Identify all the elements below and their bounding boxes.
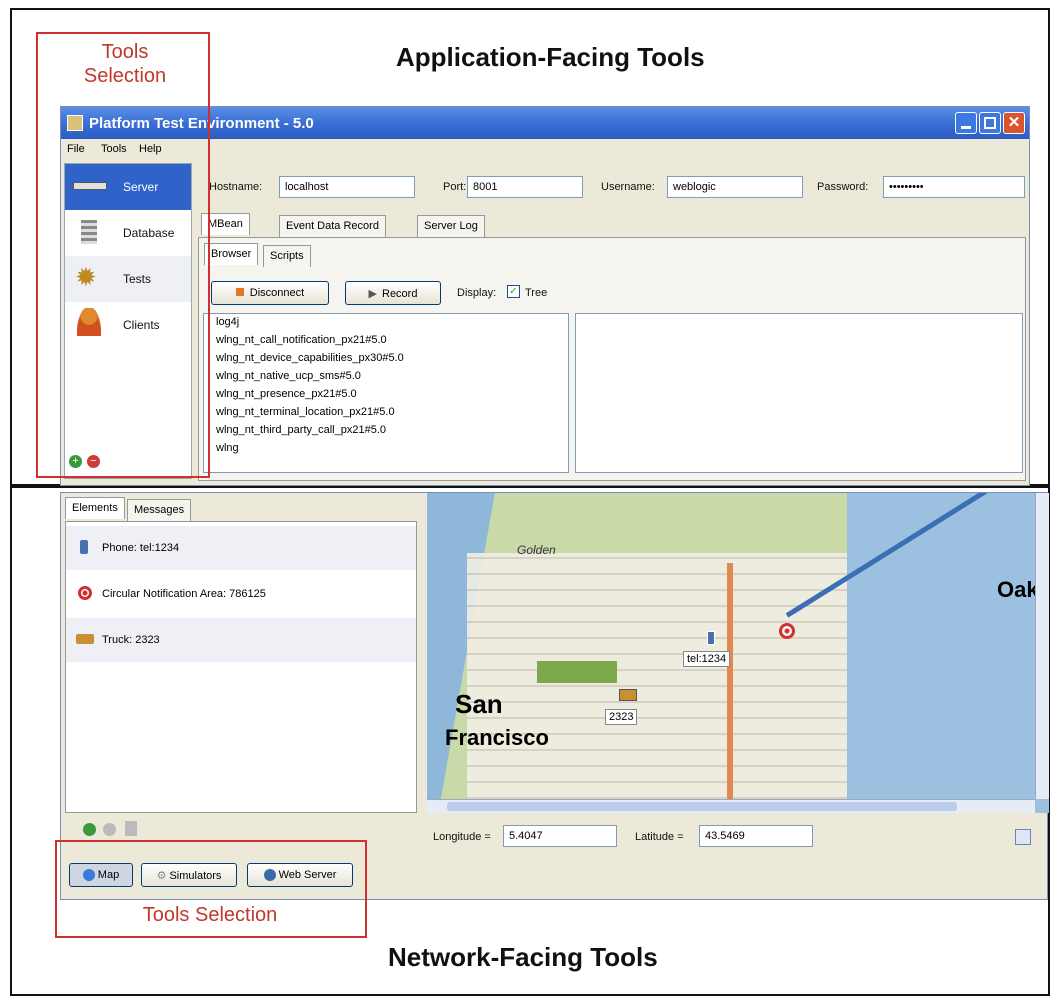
username-field[interactable]: weblogic: [667, 176, 803, 198]
mbean-tab-label: MBean: [208, 218, 243, 230]
messages-tab-label: Messages: [134, 504, 185, 516]
record-label: Record: [382, 288, 418, 300]
scripts-subtab-label: Scripts: [270, 250, 304, 262]
truck-icon: [76, 634, 94, 644]
phone-marker-label: tel:1234: [683, 651, 731, 667]
longitude-field[interactable]: 5.4047: [503, 825, 617, 847]
username-label: Username:: [601, 181, 655, 193]
password-label: Password:: [817, 181, 869, 193]
server-log-tab-label: Server Log: [424, 220, 478, 232]
tools-selection-box-top: [36, 32, 210, 478]
tree-item[interactable]: wlng_nt_native_ucp_sms#5.0: [204, 370, 568, 388]
map-label-francisco: Francisco: [445, 725, 549, 750]
mbean-tree: log4j wlng_nt_call_notification_px21#5.0…: [203, 313, 569, 473]
tab-server-log[interactable]: Server Log: [417, 215, 485, 237]
browser-subtab-label: Browser: [211, 248, 252, 260]
tools-selection-label-top: Tools Selection: [83, 41, 167, 87]
tree-item[interactable]: wlng_nt_call_notification_px21#5.0: [204, 334, 568, 352]
map-settings-icon[interactable]: [1015, 829, 1031, 845]
record-button[interactable]: ▶ Record: [345, 281, 441, 305]
list-item[interactable]: Truck: 2323: [66, 618, 416, 662]
subtab-browser[interactable]: Browser: [204, 243, 259, 265]
network-window: Elements Messages Phone: tel:1234 Circul…: [60, 492, 1049, 900]
tree-item[interactable]: wlng_nt_presence_px21#5.0: [204, 388, 568, 406]
phone-marker[interactable]: [707, 631, 715, 645]
tree-item[interactable]: log4j: [204, 316, 568, 334]
tree-item[interactable]: wlng_nt_third_party_call_px21#5.0: [204, 424, 568, 442]
tree-label: Tree: [525, 287, 548, 299]
map-label-golden: Golden: [517, 543, 556, 557]
city-grid: [467, 553, 847, 813]
map-horizontal-scrollbar[interactable]: [427, 799, 1035, 813]
list-item[interactable]: Circular Notification Area: 786125: [66, 570, 416, 618]
hostname-label: Hostname:: [209, 181, 263, 193]
longitude-label: Longitude =: [433, 831, 491, 843]
element-record-icon[interactable]: [103, 823, 116, 836]
subtab-scripts[interactable]: Scripts: [263, 245, 311, 267]
park-area: [537, 661, 617, 683]
mbean-detail-pane: [575, 313, 1023, 473]
add-element-icon[interactable]: [83, 823, 96, 836]
minimize-button[interactable]: [955, 112, 977, 134]
target-icon: [78, 586, 92, 600]
network-facing-heading: Network-Facing Tools: [388, 942, 658, 972]
bay-east-water: [847, 493, 1049, 813]
close-button[interactable]: ✕: [1003, 112, 1025, 134]
tree-checkbox[interactable]: ✓: [507, 285, 520, 298]
tab-event-data-record[interactable]: Event Data Record: [279, 215, 386, 237]
stop-icon: [235, 288, 244, 296]
truck-marker-label: 2323: [605, 709, 638, 725]
event-tab-label: Event Data Record: [286, 220, 379, 232]
elements-tab-label: Elements: [72, 502, 118, 514]
map-vertical-scrollbar[interactable]: [1035, 493, 1049, 799]
disconnect-button[interactable]: Disconnect: [211, 281, 329, 305]
map-label-san: San: [455, 689, 503, 719]
list-item[interactable]: Phone: tel:1234: [66, 526, 416, 570]
port-label: Port:: [443, 181, 467, 193]
tree-item[interactable]: wlng: [204, 442, 568, 460]
map-view[interactable]: San Francisco Oak Golden tel:1234 2323: [427, 493, 1049, 813]
application-facing-heading: Application-Facing Tools: [396, 42, 705, 72]
tab-elements[interactable]: Elements: [65, 497, 125, 519]
tab-messages[interactable]: Messages: [127, 499, 192, 521]
port-field[interactable]: 8001: [467, 176, 583, 198]
tree-item[interactable]: wlng_nt_terminal_location_px21#5.0: [204, 406, 568, 424]
display-label: Display:: [457, 287, 497, 299]
highway-line: [727, 563, 733, 813]
play-icon: ▶: [368, 288, 377, 300]
map-label-oak: Oak: [997, 577, 1039, 602]
delete-element-icon[interactable]: [125, 821, 137, 836]
password-field[interactable]: •••••••••: [883, 176, 1025, 198]
latitude-label: Latitude =: [635, 831, 684, 843]
notification-target-icon[interactable]: [779, 623, 795, 639]
phone-icon: [80, 540, 88, 554]
hostname-field[interactable]: localhost: [279, 176, 415, 198]
latitude-field[interactable]: 43.5469: [699, 825, 813, 847]
tools-selection-label-bottom: Tools Selection: [142, 904, 278, 926]
truck-marker[interactable]: [619, 689, 637, 701]
disconnect-label: Disconnect: [249, 287, 305, 299]
tree-item[interactable]: wlng_nt_device_capabilities_px30#5.0: [204, 352, 568, 370]
maximize-button[interactable]: [979, 112, 1001, 134]
elements-list: Phone: tel:1234 Circular Notification Ar…: [65, 521, 417, 813]
